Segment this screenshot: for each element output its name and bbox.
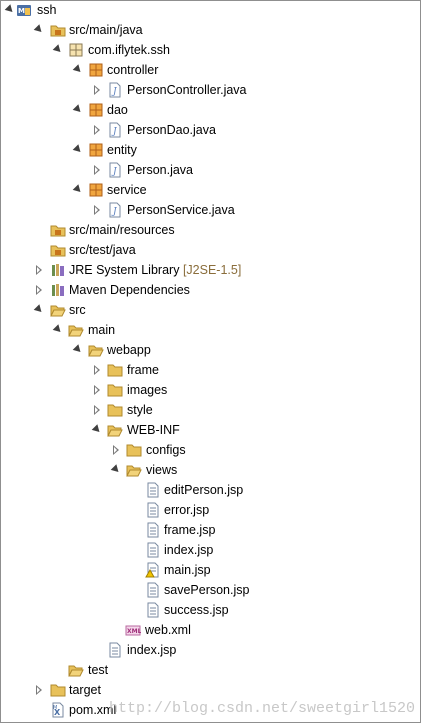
expand-icon[interactable]: [33, 680, 45, 700]
package-icon: [88, 182, 104, 198]
collapse-icon[interactable]: [91, 420, 103, 440]
folder-icon: [50, 682, 66, 698]
folder-open-icon: [107, 422, 123, 438]
tree-item-label: savePerson.jsp: [164, 583, 250, 597]
jsp-file-icon: [145, 482, 161, 498]
expand-icon[interactable]: [91, 400, 103, 420]
tree-item-label: test: [88, 663, 109, 677]
tree-item-label: src: [69, 303, 86, 317]
tree-item-label: target: [69, 683, 101, 697]
package-icon: [68, 42, 84, 58]
tree-item-label: error.jsp: [164, 503, 210, 517]
jsp-file-icon: [107, 642, 123, 658]
tree-item-label: service: [107, 183, 147, 197]
folder-open-icon: [68, 662, 84, 678]
library-icon: [50, 262, 66, 278]
source-folder-icon: [50, 222, 66, 238]
jsp-file-warning-icon: [145, 562, 161, 578]
java-file-icon: J: [107, 202, 123, 218]
folder-open-icon: [126, 462, 142, 478]
tree-item-label: frame: [127, 363, 159, 377]
tree-item-label: com.iflytek.ssh: [88, 43, 170, 57]
java-file-icon: J: [107, 162, 123, 178]
expand-icon[interactable]: [91, 160, 103, 180]
folder-icon: [107, 382, 123, 398]
tree-item-label: ssh: [37, 3, 57, 17]
watermark: http://blog.csdn.net/sweetgirl1520: [108, 700, 415, 717]
tree-item-label: Maven Dependencies: [69, 283, 190, 297]
svg-text:M: M: [18, 7, 25, 15]
jre-version-decoration: [J2SE-1.5]: [182, 263, 242, 277]
collapse-icon[interactable]: [72, 100, 84, 120]
collapse-icon[interactable]: [72, 180, 84, 200]
expand-icon[interactable]: [33, 280, 45, 300]
expand-icon[interactable]: [91, 360, 103, 380]
tree-item-label: images: [127, 383, 168, 397]
expand-icon[interactable]: [33, 260, 45, 280]
tree-item-label: controller: [107, 63, 159, 77]
folder-open-icon: [68, 322, 84, 338]
collapse-icon[interactable]: [33, 20, 45, 40]
package-icon: [88, 102, 104, 118]
collapse-icon[interactable]: [52, 40, 64, 60]
tree-item-label: webapp: [107, 343, 151, 357]
package-icon: [88, 62, 104, 78]
expand-icon[interactable]: [91, 120, 103, 140]
folder-icon: [107, 362, 123, 378]
collapse-icon[interactable]: [52, 320, 64, 340]
tree-item-label: index.jsp: [164, 543, 214, 557]
jsp-file-icon: [145, 582, 161, 598]
tree-item-label: editPerson.jsp: [164, 483, 244, 497]
xml-file-icon: XML: [125, 622, 142, 638]
collapse-icon[interactable]: [4, 0, 16, 20]
tree-item-label: src/test/java: [69, 243, 136, 257]
tree-item-label: views: [146, 463, 178, 477]
java-file-icon: J: [107, 122, 123, 138]
tree-item-label: main: [88, 323, 116, 337]
tree-item-label: PersonDao.java: [127, 123, 216, 137]
tree-item-label: PersonService.java: [127, 203, 235, 217]
package-icon: [88, 142, 104, 158]
collapse-icon[interactable]: [33, 300, 45, 320]
collapse-icon[interactable]: [110, 460, 122, 480]
collapse-icon[interactable]: [72, 140, 84, 160]
folder-icon: [126, 442, 142, 458]
tree-item-label: configs: [146, 443, 186, 457]
tree-item-label: entity: [107, 143, 137, 157]
tree-item-label: success.jsp: [164, 603, 229, 617]
expand-icon[interactable]: [91, 80, 103, 100]
java-file-icon: J: [107, 82, 123, 98]
collapse-icon[interactable]: [72, 340, 84, 360]
source-folder-icon: [50, 22, 66, 38]
folder-icon: [107, 402, 123, 418]
tree-item-label: PersonController.java: [127, 83, 247, 97]
pom-file-icon: XM: [50, 702, 66, 718]
tree-item-label: web.xml: [145, 623, 191, 637]
folder-open-icon: [88, 342, 104, 358]
svg-text:M: M: [53, 705, 57, 711]
source-folder-icon: [50, 242, 66, 258]
tree-item-label: src/main/resources: [69, 223, 175, 237]
collapse-icon[interactable]: [72, 60, 84, 80]
tree-item-label: WEB-INF: [127, 423, 180, 437]
tree-item-label: JRE System Library [J2SE-1.5]: [69, 263, 242, 277]
jsp-file-icon: [145, 542, 161, 558]
tree-item-label: Person.java: [127, 163, 194, 177]
tree-item-label: src/main/java: [69, 23, 143, 37]
tree-item-label: index.jsp: [127, 643, 177, 657]
tree-item-label: frame.jsp: [164, 523, 216, 537]
tree-item-label: main.jsp: [164, 563, 211, 577]
jsp-file-icon: [145, 522, 161, 538]
expand-icon[interactable]: [91, 200, 103, 220]
expand-icon[interactable]: [110, 440, 122, 460]
jsp-file-icon: [145, 602, 161, 618]
tree-item-label: style: [127, 403, 153, 417]
library-icon: [50, 282, 66, 298]
svg-text:XML: XML: [127, 628, 141, 635]
tree-item-label: dao: [107, 103, 128, 117]
jsp-file-icon: [145, 502, 161, 518]
expand-icon[interactable]: [91, 380, 103, 400]
folder-open-icon: [50, 302, 66, 318]
maven-project-icon: M: [16, 2, 32, 18]
